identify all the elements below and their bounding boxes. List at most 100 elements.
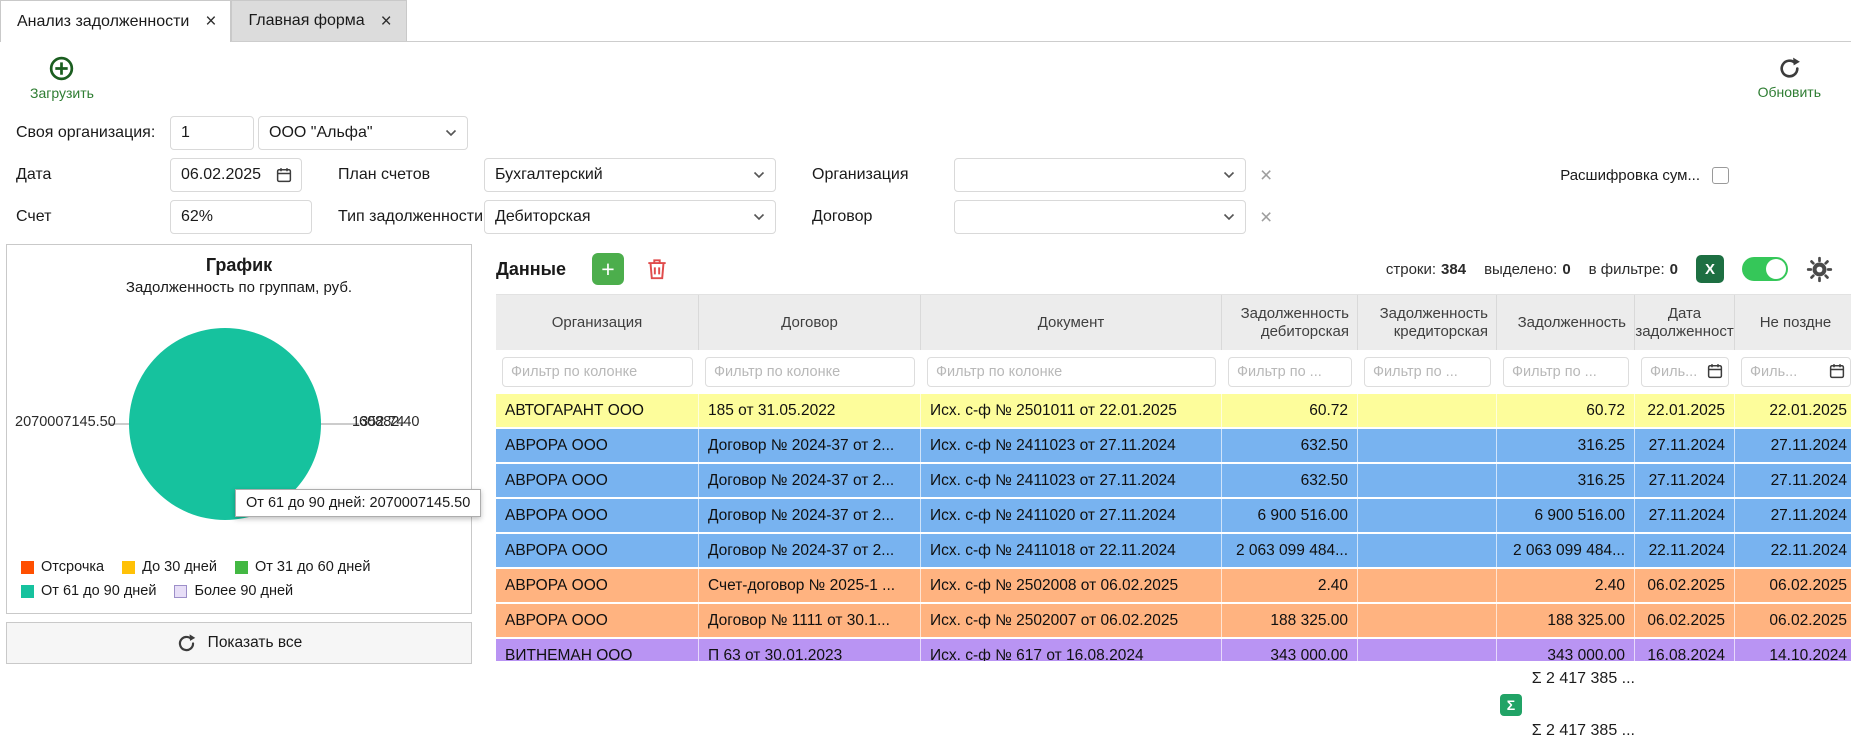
- column-filter-input[interactable]: [927, 357, 1216, 387]
- table-cell[interactable]: 27.11.2024: [1735, 499, 1851, 532]
- column-header[interactable]: Не поздне: [1735, 295, 1851, 350]
- export-excel-button[interactable]: X: [1696, 255, 1724, 283]
- table-cell[interactable]: ВИТНЕМАН ООО: [496, 639, 699, 661]
- add-row-button[interactable]: +: [592, 253, 624, 285]
- table-cell[interactable]: Договор № 2024-37 от 2...: [699, 429, 921, 462]
- table-row[interactable]: АВРОРА ОООДоговор № 2024-37 от 2...Исх. …: [496, 499, 1851, 534]
- table-row[interactable]: АВРОРА ОООДоговор № 1111 от 30.1...Исх. …: [496, 604, 1851, 639]
- table-cell[interactable]: 343 000.00: [1222, 639, 1358, 661]
- account-input[interactable]: [170, 200, 312, 234]
- table-cell[interactable]: АВРОРА ООО: [496, 534, 699, 567]
- table-cell[interactable]: 188 325.00: [1222, 604, 1358, 637]
- table-cell[interactable]: 60.72: [1497, 394, 1635, 427]
- table-cell[interactable]: 22.11.2024: [1735, 534, 1851, 567]
- column-filter-input[interactable]: [705, 357, 915, 387]
- legend-item[interactable]: Более 90 дней: [174, 583, 293, 599]
- table-cell[interactable]: 2.40: [1497, 569, 1635, 602]
- table-cell[interactable]: Исх. с-ф № 2411023 от 27.11.2024: [921, 464, 1222, 497]
- table-cell[interactable]: 343 000.00: [1497, 639, 1635, 661]
- column-filter-input[interactable]: [502, 357, 693, 387]
- decode-amounts-checkbox[interactable]: [1712, 167, 1729, 184]
- legend-item[interactable]: От 61 до 90 дней: [21, 583, 156, 599]
- table-cell[interactable]: 16.08.2024: [1635, 639, 1735, 661]
- table-cell[interactable]: 14.10.2024: [1735, 639, 1851, 661]
- table-cell[interactable]: 27.11.2024: [1635, 499, 1735, 532]
- table-row[interactable]: ВИТНЕМАН ОООП 63 от 30.01.2023Исх. с-ф №…: [496, 639, 1851, 661]
- debt-type-select[interactable]: Дебиторская: [484, 200, 776, 234]
- legend-item[interactable]: Отсрочка: [21, 559, 104, 575]
- table-cell[interactable]: 06.02.2025: [1735, 604, 1851, 637]
- table-cell[interactable]: 185 от 31.05.2022: [699, 394, 921, 427]
- table-cell[interactable]: [1358, 394, 1497, 427]
- table-cell[interactable]: Исх. с-ф № 2411018 от 22.11.2024: [921, 534, 1222, 567]
- table-row[interactable]: АВТОГАРАНТ ООО185 от 31.05.2022Исх. с-ф …: [496, 394, 1851, 429]
- table-cell[interactable]: Исх. с-ф № 2411020 от 27.11.2024: [921, 499, 1222, 532]
- table-cell[interactable]: [1358, 464, 1497, 497]
- table-row[interactable]: АВРОРА ОООДоговор № 2024-37 от 2...Исх. …: [496, 464, 1851, 499]
- table-cell[interactable]: 22.01.2025: [1635, 394, 1735, 427]
- column-filter-input[interactable]: [1503, 357, 1629, 387]
- table-cell[interactable]: [1358, 499, 1497, 532]
- table-cell[interactable]: П 63 от 30.01.2023: [699, 639, 921, 661]
- table-cell[interactable]: Исх. с-ф № 2501011 от 22.01.2025: [921, 394, 1222, 427]
- load-button[interactable]: Загрузить: [30, 55, 94, 101]
- table-cell[interactable]: 06.02.2025: [1635, 569, 1735, 602]
- delete-row-button[interactable]: [644, 256, 670, 282]
- table-cell[interactable]: АВТОГАРАНТ ООО: [496, 394, 699, 427]
- table-cell[interactable]: Договор № 1111 от 30.1...: [699, 604, 921, 637]
- column-header[interactable]: Задолженность: [1497, 295, 1635, 350]
- table-cell[interactable]: Исх. с-ф № 2502008 от 06.02.2025: [921, 569, 1222, 602]
- table-cell[interactable]: Счет-договор № 2025-1 ...: [699, 569, 921, 602]
- table-cell[interactable]: 316.25: [1497, 464, 1635, 497]
- column-header[interactable]: Задолженность дебиторская: [1222, 295, 1358, 350]
- table-cell[interactable]: 27.11.2024: [1735, 464, 1851, 497]
- column-filter-input[interactable]: [1228, 357, 1352, 387]
- table-cell[interactable]: [1358, 604, 1497, 637]
- table-cell[interactable]: 27.11.2024: [1635, 429, 1735, 462]
- own-org-code-input[interactable]: [170, 116, 254, 150]
- table-cell[interactable]: 2.40: [1222, 569, 1358, 602]
- table-cell[interactable]: [1358, 534, 1497, 567]
- close-icon[interactable]: ×: [205, 12, 216, 31]
- table-cell[interactable]: 27.11.2024: [1735, 429, 1851, 462]
- table-cell[interactable]: 6 900 516.00: [1222, 499, 1358, 532]
- close-icon[interactable]: ×: [381, 12, 392, 31]
- tab-debt-analysis[interactable]: Анализ задолженности ×: [0, 0, 231, 42]
- table-cell[interactable]: 632.50: [1222, 429, 1358, 462]
- column-header[interactable]: Договор: [699, 295, 921, 350]
- table-cell[interactable]: 2 063 099 484...: [1497, 534, 1635, 567]
- column-header[interactable]: Организация: [496, 295, 699, 350]
- tab-main-form[interactable]: Главная форма ×: [231, 0, 406, 41]
- table-cell[interactable]: 22.01.2025: [1735, 394, 1851, 427]
- table-cell[interactable]: 22.11.2024: [1635, 534, 1735, 567]
- contract-select[interactable]: [954, 200, 1246, 234]
- sigma-badge[interactable]: Σ: [1500, 694, 1522, 716]
- table-cell[interactable]: 2 063 099 484...: [1222, 534, 1358, 567]
- legend-item[interactable]: От 31 до 60 дней: [235, 559, 370, 575]
- table-cell[interactable]: АВРОРА ООО: [496, 499, 699, 532]
- column-header[interactable]: Задолженность кредиторская: [1358, 295, 1497, 350]
- table-cell[interactable]: Договор № 2024-37 от 2...: [699, 534, 921, 567]
- date-input[interactable]: 06.02.2025: [170, 158, 302, 192]
- table-cell[interactable]: Исх. с-ф № 2502007 от 06.02.2025: [921, 604, 1222, 637]
- table-row[interactable]: АВРОРА ОООДоговор № 2024-37 от 2...Исх. …: [496, 429, 1851, 464]
- table-cell[interactable]: 316.25: [1497, 429, 1635, 462]
- organization-select[interactable]: [954, 158, 1246, 192]
- table-cell[interactable]: АВРОРА ООО: [496, 604, 699, 637]
- table-cell[interactable]: 60.72: [1222, 394, 1358, 427]
- settings-button[interactable]: [1806, 256, 1833, 283]
- calendar-icon[interactable]: [275, 166, 293, 184]
- table-cell[interactable]: 6 900 516.00: [1497, 499, 1635, 532]
- own-org-select[interactable]: ООО "Альфа": [258, 116, 468, 150]
- table-cell[interactable]: [1358, 569, 1497, 602]
- table-row[interactable]: АВРОРА ОООСчет-договор № 2025-1 ...Исх. …: [496, 569, 1851, 604]
- table-cell[interactable]: 188 325.00: [1497, 604, 1635, 637]
- column-header[interactable]: Дата задолженност: [1635, 295, 1735, 350]
- table-cell[interactable]: Договор № 2024-37 от 2...: [699, 464, 921, 497]
- calendar-icon[interactable]: [1828, 362, 1846, 380]
- refresh-button[interactable]: Обновить: [1758, 56, 1821, 100]
- chart-of-accounts-select[interactable]: Бухгалтерский: [484, 158, 776, 192]
- color-toggle[interactable]: [1742, 257, 1788, 281]
- table-cell[interactable]: 06.02.2025: [1735, 569, 1851, 602]
- table-row[interactable]: АВРОРА ОООДоговор № 2024-37 от 2...Исх. …: [496, 534, 1851, 569]
